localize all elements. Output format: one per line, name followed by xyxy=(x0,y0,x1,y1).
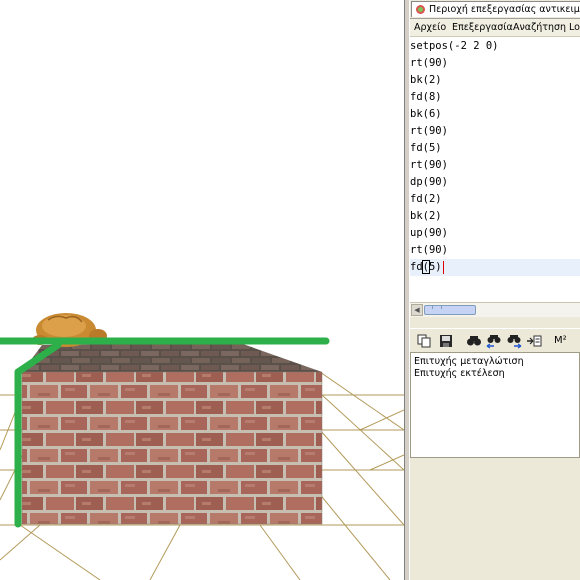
tab-label: Περιοχή επεξεργασίας αντικειμένων xyxy=(429,4,580,15)
output-line: Επιτυχής εκτέλεση xyxy=(414,368,505,379)
box-top xyxy=(22,343,322,372)
code-token: fd xyxy=(410,261,423,273)
copy-icon[interactable] xyxy=(416,333,432,349)
menu-logo[interactable]: Lo xyxy=(569,19,580,36)
code-line: fd(2) xyxy=(410,193,442,205)
output-console[interactable]: Επιτυχής μεταγλώτιση Επιτυχής εκτέλεση xyxy=(410,352,580,458)
code-line: bk(6) xyxy=(410,108,442,120)
code-line: rt(90) xyxy=(410,125,448,137)
code-token: 5) xyxy=(428,261,442,273)
menu-bar: Αρχείο Επεξεργασία Αναζήτηση Lo xyxy=(410,19,580,37)
tab-object-editor[interactable]: Περιοχή επεξεργασίας αντικειμένων xyxy=(411,1,580,17)
scrollbar-grip-icon xyxy=(432,305,442,309)
box-front xyxy=(22,372,322,524)
scroll-left-arrow-icon[interactable]: ◀ xyxy=(411,304,423,316)
output-line: Επιτυχής μεταγλώτιση xyxy=(414,356,524,367)
code-line: up(90) xyxy=(410,227,448,239)
object-editor-panel: Περιοχή επεξεργασίας αντικειμένων Αρχείο… xyxy=(410,0,580,580)
find-next-icon[interactable] xyxy=(506,333,522,349)
tab-bar: Περιοχή επεξεργασίας αντικειμένων xyxy=(410,0,580,19)
lower-panel xyxy=(410,458,580,580)
menu-edit[interactable]: Επεξεργασία xyxy=(452,19,513,36)
horizontal-scrollbar[interactable]: ◀ xyxy=(410,302,580,317)
3d-viewport[interactable] xyxy=(0,0,404,580)
code-line: rt(90) xyxy=(410,57,448,69)
output-toolbar: M² xyxy=(410,328,580,353)
menu-file[interactable]: Αρχείο xyxy=(414,19,446,36)
code-line: dp(90) xyxy=(410,176,448,188)
save-icon[interactable] xyxy=(438,333,454,349)
code-editor[interactable]: setpos(-2 2 0) rt(90) bk(2) fd(8) bk(6) … xyxy=(410,37,580,302)
find-icon[interactable] xyxy=(466,333,482,349)
panel-separator xyxy=(410,317,580,327)
current-code-line[interactable]: fd(5) xyxy=(410,259,580,276)
code-line: bk(2) xyxy=(410,210,442,222)
insert-icon[interactable] xyxy=(526,333,542,349)
text-caret xyxy=(442,260,444,274)
code-line: setpos(-2 2 0) xyxy=(410,40,499,52)
menu-search[interactable]: Αναζήτηση xyxy=(513,19,566,36)
find-previous-icon[interactable] xyxy=(486,333,502,349)
code-line: rt(90) xyxy=(410,159,448,171)
code-line: bk(2) xyxy=(410,74,442,86)
turtle-tab-icon xyxy=(416,5,425,14)
code-line: fd(8) xyxy=(410,91,442,103)
code-line: rt(90) xyxy=(410,244,448,256)
superscript-button[interactable]: M² xyxy=(554,333,580,349)
code-line: fd(5) xyxy=(410,142,442,154)
scene-canvas xyxy=(0,313,404,580)
